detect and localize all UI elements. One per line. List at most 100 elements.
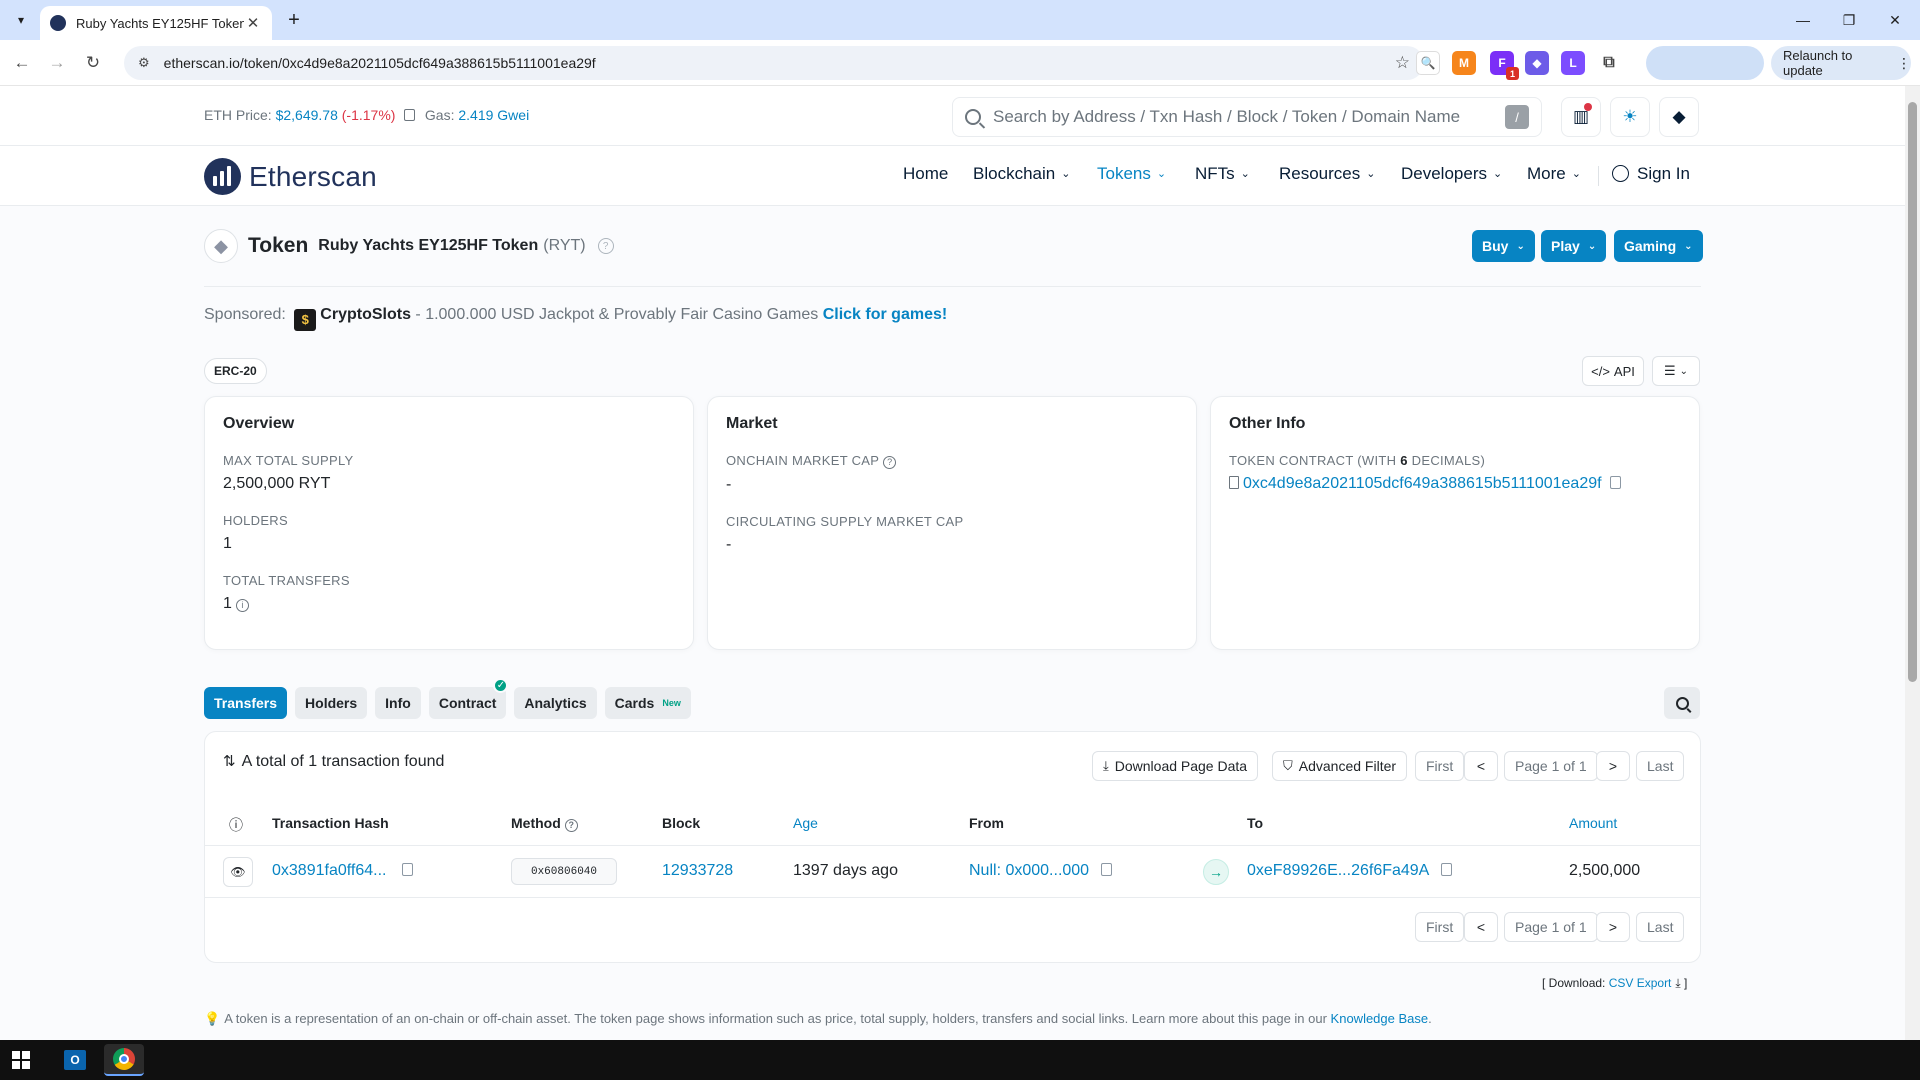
close-tab-icon[interactable]: ✕ xyxy=(244,14,262,32)
buy-button[interactable]: Buy ⌄ xyxy=(1472,230,1535,262)
pager-first-button[interactable]: First xyxy=(1415,751,1465,781)
network-switch-button[interactable]: ◆ xyxy=(1659,97,1699,137)
nav-developers[interactable]: Developers ⌄ xyxy=(1401,164,1502,184)
tab-analytics[interactable]: Analytics xyxy=(514,687,597,719)
transaction-hash-link[interactable]: 0x3891fa0ff64... xyxy=(272,862,414,880)
extension-with-badge-icon[interactable]: F1 xyxy=(1490,51,1519,80)
tab-transfers[interactable]: Transfers xyxy=(204,687,288,719)
play-button[interactable]: Play ⌄ xyxy=(1541,230,1607,262)
page: ETH Price: $2,649.78 (-1.17%) Gas: 2.419… xyxy=(0,86,1905,1040)
close-window-icon[interactable]: ✕ xyxy=(1872,0,1918,40)
nav-home[interactable]: Home xyxy=(903,164,948,184)
tab-info[interactable]: Info xyxy=(375,687,421,719)
advanced-filter-button[interactable]: ⛉ Advanced Filter xyxy=(1272,751,1408,781)
scrollbar-thumb[interactable] xyxy=(1908,102,1917,682)
eth-price-value[interactable]: $2,649.78 xyxy=(276,107,338,123)
block-link[interactable]: 12933728 xyxy=(662,862,733,880)
copy-icon[interactable] xyxy=(1101,863,1113,876)
browser-menu-icon[interactable]: ⋮ xyxy=(1897,55,1911,72)
pager-next-button[interactable]: > xyxy=(1596,751,1630,781)
info-icon[interactable]: i xyxy=(235,599,249,612)
tab-holders[interactable]: Holders xyxy=(295,687,368,719)
minimize-icon[interactable]: — xyxy=(1780,0,1826,40)
back-icon[interactable]: ← xyxy=(10,51,34,75)
forward-icon[interactable]: → xyxy=(45,51,69,75)
question-icon[interactable]: ? xyxy=(883,456,897,469)
pager-prev-button[interactable]: < xyxy=(1464,912,1498,942)
to-address-link[interactable]: 0xeF89926E...26f6Fa49A xyxy=(1247,862,1453,880)
sponsor-brand[interactable]: CryptoSlots xyxy=(320,306,411,323)
browser-tab[interactable]: Ruby Yachts EY125HF Token (RYT) ✕ xyxy=(40,6,272,40)
sponsor-text: - 1.000.000 USD Jackpot & Provably Fair … xyxy=(410,306,823,323)
token-contract-link[interactable]: 0xc4d9e8a2021105dcf649a388615b5111001ea2… xyxy=(1243,475,1602,492)
gaming-button[interactable]: Gaming ⌄ xyxy=(1614,230,1703,262)
bookmark-star-icon[interactable]: ☆ xyxy=(1395,53,1410,73)
pager-last-button[interactable]: Last xyxy=(1636,912,1685,942)
site-info-icon[interactable]: ⚙ xyxy=(138,55,150,71)
copy-icon[interactable] xyxy=(402,863,414,876)
chevron-down-icon: ⌄ xyxy=(1587,240,1597,252)
tab-contract[interactable]: Contract ✓ xyxy=(428,678,509,719)
transfers-search-button[interactable] xyxy=(1664,687,1700,719)
wallet-extension-icon[interactable]: ◆ xyxy=(1525,51,1549,75)
csv-export-link[interactable]: CSV Export xyxy=(1609,976,1672,990)
download-page-data-button[interactable]: ⤓ Download Page Data xyxy=(1092,751,1259,781)
other-info-card: Other Info TOKEN CONTRACT (WITH 6 DECIMA… xyxy=(1210,396,1700,650)
chrome-taskbar-button[interactable] xyxy=(104,1044,144,1076)
etherscan-logo[interactable]: Etherscan xyxy=(204,158,377,195)
theme-toggle-button[interactable]: ☀ xyxy=(1610,97,1650,137)
copy-icon[interactable] xyxy=(1609,476,1621,489)
from-address-link[interactable]: Null: 0x000...000 xyxy=(969,862,1113,880)
windows-start-icon[interactable] xyxy=(12,1051,30,1069)
pager-next-button[interactable]: > xyxy=(1596,912,1630,942)
more-options-button[interactable]: ☰ ⌄ xyxy=(1652,356,1700,386)
column-age-toggle[interactable]: Age xyxy=(793,815,818,831)
address-bar[interactable]: ⚙ etherscan.io/token/0xc4d9e8a2021105dcf… xyxy=(124,46,1424,80)
ethereum-icon: ◆ xyxy=(1672,107,1686,126)
total-transfers-value: 1i xyxy=(223,595,675,613)
sign-in-link[interactable]: Sign In xyxy=(1612,164,1690,184)
column-amount[interactable]: Amount xyxy=(1569,815,1617,831)
nav-tokens[interactable]: Tokens ⌄ xyxy=(1097,164,1166,184)
extensions-puzzle-icon[interactable]: ⧉ xyxy=(1597,51,1621,75)
token-header: ◆ Token Ruby Yachts EY125HF Token (RYT) … xyxy=(204,229,614,263)
metamask-extension-icon[interactable]: M xyxy=(1452,51,1476,75)
notifications-button[interactable]: ▥ xyxy=(1561,97,1601,137)
knowledge-base-link[interactable]: Knowledge Base xyxy=(1331,1011,1429,1026)
gas-value[interactable]: 2.419 Gwei xyxy=(458,107,529,123)
tab-search-chevron-icon[interactable]: ▾ xyxy=(8,8,34,32)
search-input[interactable]: Search by Address / Txn Hash / Block / T… xyxy=(993,107,1505,127)
search-extension-icon[interactable]: 🔍 xyxy=(1416,51,1440,75)
outlook-taskbar-button[interactable]: O xyxy=(55,1044,95,1076)
nav-nfts[interactable]: NFTs ⌄ xyxy=(1195,164,1250,184)
page-scrollbar[interactable] xyxy=(1905,86,1920,1040)
pager-page-indicator: Page 1 of 1 xyxy=(1504,912,1598,942)
browser-toolbar: ← → ↻ ⚙ etherscan.io/token/0xc4d9e8a2021… xyxy=(0,40,1920,86)
nav-resources[interactable]: Resources ⌄ xyxy=(1279,164,1375,184)
restore-icon[interactable]: ❐ xyxy=(1826,0,1872,40)
pager-last-button[interactable]: Last xyxy=(1636,751,1685,781)
token-tabs: Transfers Holders Info Contract ✓ Analyti… xyxy=(204,678,699,719)
token-footnote: 💡 A token is a representation of an on-ch… xyxy=(204,1011,1432,1026)
new-tab-icon[interactable]: + xyxy=(282,8,306,32)
nav-more[interactable]: More ⌄ xyxy=(1527,164,1581,184)
sponsor-cta-link[interactable]: Click for games! xyxy=(823,306,947,323)
l-extension-icon[interactable]: L xyxy=(1561,51,1585,75)
address-bar-url[interactable]: etherscan.io/token/0xc4d9e8a2021105dcf64… xyxy=(164,55,1395,71)
copy-icon[interactable] xyxy=(1441,863,1453,876)
profile-button[interactable] xyxy=(1646,46,1764,80)
reload-icon[interactable]: ↻ xyxy=(81,51,105,75)
question-icon[interactable]: ? xyxy=(597,238,614,254)
nav-blockchain[interactable]: Blockchain ⌄ xyxy=(973,164,1070,184)
question-icon[interactable]: ⓘ xyxy=(229,815,243,835)
site-search-box[interactable]: Search by Address / Txn Hash / Block / T… xyxy=(952,97,1542,137)
relaunch-button[interactable]: Relaunch to update ⋮ xyxy=(1771,46,1911,80)
question-icon[interactable]: ? xyxy=(564,819,578,832)
api-button[interactable]: </> API xyxy=(1582,356,1644,386)
tab-cards[interactable]: Cards New xyxy=(604,687,691,719)
pager-prev-button[interactable]: < xyxy=(1464,751,1498,781)
transfers-card: ⇅ A total of 1 transaction found ⤓ Downloa… xyxy=(204,731,1701,963)
eye-icon[interactable]: 👁 xyxy=(223,857,253,887)
column-transaction-hash: Transaction Hash xyxy=(272,815,389,831)
pager-first-button[interactable]: First xyxy=(1415,912,1465,942)
